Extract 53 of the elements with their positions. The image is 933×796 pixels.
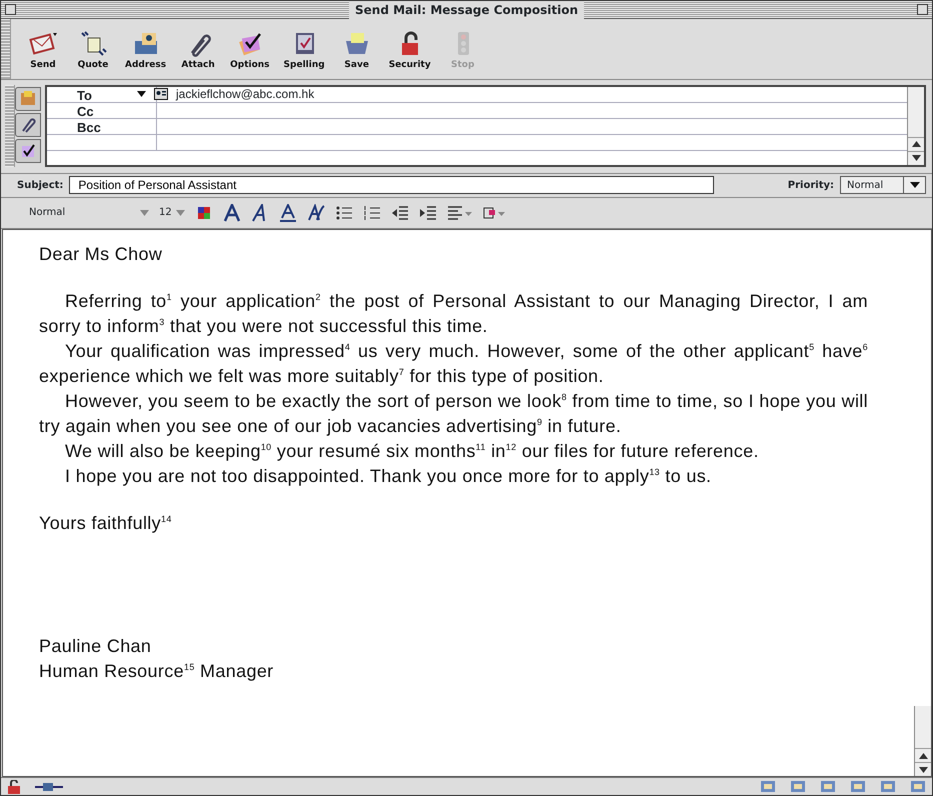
text-underline-icon[interactable] <box>278 204 297 222</box>
toolbar-button[interactable]: Options <box>230 29 270 72</box>
toolbar-button[interactable]: Address <box>125 29 166 72</box>
greeting-text: Dear Ms Chow <box>39 242 164 266</box>
toolbar-button[interactable]: Security <box>388 29 431 72</box>
body-paragraph: Your qualification was impressed$^{4}$ us very much. However, some of the other applicant$^{5}$ have$^{6}$ experience which we felt was more suitably$^{7}$ for this type of position. <box>39 340 868 388</box>
recipient-type[interactable]: Bcc <box>47 118 157 134</box>
indent-icon[interactable] <box>418 204 437 222</box>
zoom-box[interactable] <box>917 4 928 15</box>
scroll-down-arrow-icon[interactable] <box>918 766 928 772</box>
padlock-icon[interactable] <box>7 780 21 794</box>
body-paragraph: However, you seem to be exactly the sort of person we look$^{8}$ from time to time, so I hope you will try again when you see one of our job vacancies advertising$^{9}$ in future. <box>39 390 868 438</box>
toolbar-button[interactable]: Save <box>338 29 375 72</box>
subject-label: Subject: <box>17 178 64 192</box>
document-icon <box>79 29 107 57</box>
font-size-dropdown[interactable]: 12 <box>159 205 185 220</box>
dropdown-caret-icon[interactable] <box>137 91 146 97</box>
caret-icon <box>176 210 185 216</box>
dropdown-caret-icon <box>910 182 920 188</box>
priority-dropdown[interactable]: Normal <box>840 176 926 194</box>
paragraph-style-dropdown[interactable]: Normal <box>29 205 149 220</box>
toolbar-button[interactable]: Spelling <box>284 29 325 72</box>
text-style-icon[interactable] <box>306 204 325 222</box>
recipient-address[interactable]: jackieflchow@abc.com.hk <box>176 85 314 103</box>
closing-text: Yours faithfully$^{14}$ <box>39 512 173 535</box>
close-box[interactable] <box>5 4 16 15</box>
outdent-icon[interactable] <box>390 204 409 222</box>
subject-field[interactable]: Position of Personal Assistant <box>69 176 714 194</box>
body-paragraph: We will also be keeping$^{10}$ your resumé six months$^{11}$ in$^{12}$ our files for future reference. <box>64 440 760 463</box>
scrollbar[interactable] <box>914 706 931 776</box>
toolbar-button[interactable]: Quote <box>75 29 111 72</box>
scroll-up-arrow-icon[interactable] <box>912 141 920 147</box>
body-paragraph: I hope you are not too disappointed. Thank you once more for to apply$^{13}$ to us. <box>64 464 712 488</box>
scroll-up-arrow-icon[interactable] <box>918 752 928 758</box>
caret-icon <box>140 210 149 216</box>
scrollbar[interactable] <box>907 86 924 164</box>
recipient-type[interactable]: Cc <box>47 102 157 118</box>
text-larger-icon[interactable] <box>222 204 241 222</box>
signature-line: Pauline Chan <box>39 634 152 658</box>
toolbar-button[interactable]: Attach <box>180 29 216 72</box>
bullet-list-icon[interactable] <box>334 204 353 222</box>
align-icon[interactable] <box>446 204 473 222</box>
priority-label: Priority: <box>788 178 834 192</box>
contact-card-icon <box>154 88 168 100</box>
options-tab-icon[interactable] <box>19 142 37 160</box>
signature-line: Human Resource$^{15}$ Manager <box>39 660 275 683</box>
toolbar-button[interactable]: Send <box>25 29 61 72</box>
scroll-down-arrow-icon[interactable] <box>912 155 920 161</box>
numbered-list-icon[interactable] <box>362 204 381 222</box>
window-title: Send Mail: Message Composition <box>349 0 584 18</box>
body-paragraph: Referring to$^{1}$ your application$^{2}$ the post of Personal Assistant to our Managing Director, I am sorry to inform$^{3}$ that you were not successful this time. <box>39 290 868 338</box>
toolbar-grip[interactable] <box>1 19 11 78</box>
toolbar-grip[interactable] <box>5 84 15 166</box>
